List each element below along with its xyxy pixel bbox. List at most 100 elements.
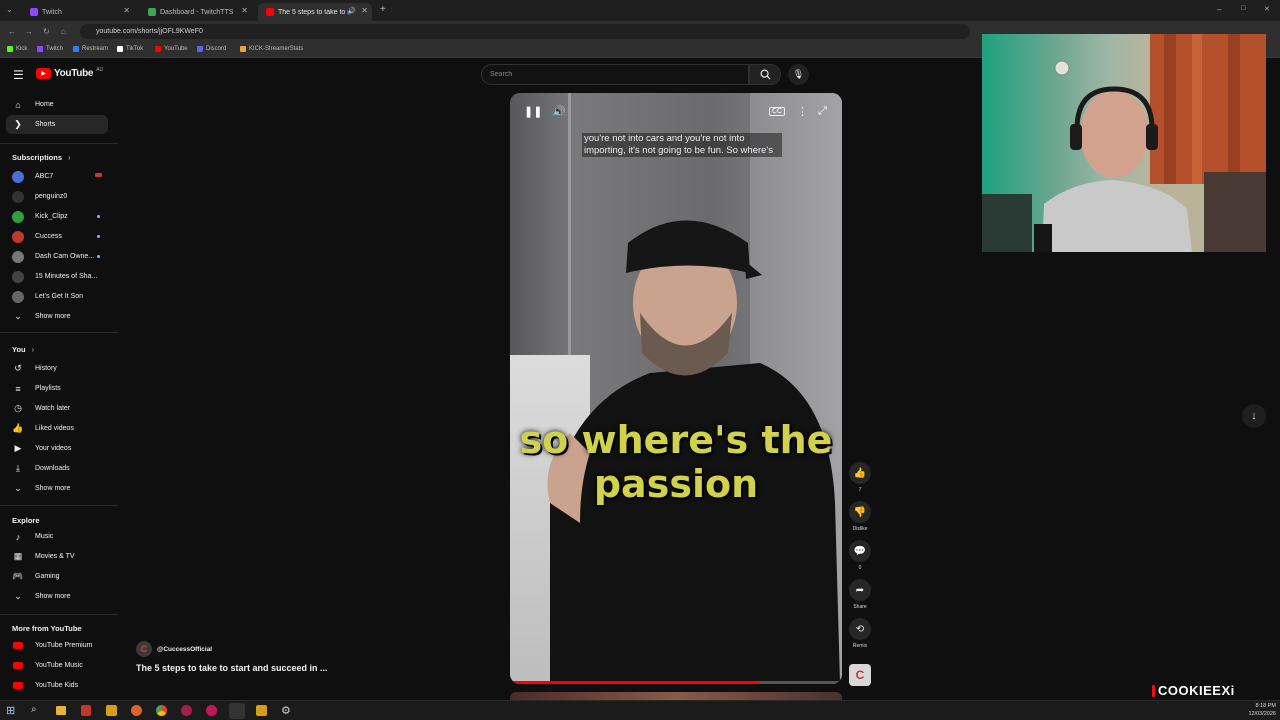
share-button[interactable]: ➦ Share	[849, 579, 871, 610]
sidebar-item-downloads[interactable]: ⤓ Downloads	[6, 459, 108, 478]
you-heading[interactable]: You ›	[12, 345, 34, 354]
search-button[interactable]	[749, 64, 781, 85]
bookmark-item[interactable]: TikTok	[117, 46, 143, 52]
next-short-button[interactable]: ↓	[1242, 404, 1266, 428]
bookmark-item[interactable]: Restream	[73, 46, 108, 52]
channel-avatar	[12, 270, 24, 283]
tab-search-icon[interactable]: ⌄	[6, 5, 13, 14]
tab-twitch[interactable]: Twitch ✕	[22, 3, 134, 21]
channel-handle: @CuccessOfficial	[157, 645, 213, 653]
sidebar-item-home[interactable]: ⌂ Home	[6, 95, 108, 114]
app-icon-1[interactable]	[81, 705, 91, 716]
channel-avatar	[12, 170, 24, 183]
minimize-icon[interactable]: –	[1217, 5, 1221, 14]
tab-dashboard[interactable]: Dashboard - TwitchTTS ✕	[140, 3, 252, 21]
sidebar-item-playlists[interactable]: ≡ Playlists	[6, 379, 108, 398]
file-explorer-icon[interactable]	[56, 706, 66, 715]
bookmark-label: KICK-StreamerStats	[249, 46, 304, 52]
bookmark-item[interactable]: Kick	[7, 46, 27, 52]
home-nav-icon[interactable]: ⌂	[61, 27, 66, 36]
subs-show-more[interactable]: ⌄ Show more	[6, 307, 108, 326]
more-youtube-music[interactable]: YouTube Music	[6, 656, 108, 675]
subscription-let-s-get-it-son[interactable]: Let's Get It Son	[6, 287, 108, 306]
explore-show-more[interactable]: ⌄ Show more	[6, 587, 108, 606]
close-icon[interactable]: ✕	[241, 6, 248, 15]
back-icon[interactable]: ←	[8, 27, 16, 36]
youtube-product-icon	[12, 640, 24, 652]
video-progress-bar[interactable]	[510, 681, 842, 684]
you-show-more[interactable]: ⌄ Show more	[6, 479, 108, 498]
auto-caption: you're not into cars and you're not into…	[582, 133, 782, 157]
new-content-dot	[97, 255, 100, 258]
sidebar-item-shorts[interactable]: ❯ Shorts	[6, 115, 108, 134]
youtube-logo[interactable]: ▶ YouTube AU	[36, 67, 103, 79]
search-input[interactable]: Search	[481, 64, 749, 85]
volume-icon[interactable]: 🔊	[552, 105, 566, 118]
subscription-kick-clipz[interactable]: Kick_Clipz	[6, 207, 108, 226]
youtube-product-icon	[12, 660, 24, 672]
pause-button[interactable]: ❚❚	[524, 105, 542, 118]
short-channel[interactable]: C @CuccessOfficial	[136, 641, 212, 657]
maximize-icon[interactable]: □	[1241, 5, 1245, 12]
comments-button[interactable]: 💬 0	[849, 540, 871, 571]
channel-avatar	[12, 210, 24, 223]
chrome-icon[interactable]	[156, 705, 167, 716]
sidebar-item-gaming[interactable]: 🎮 Gaming	[6, 567, 108, 586]
close-icon[interactable]: ✕	[123, 6, 130, 15]
next-short-preview[interactable]	[510, 692, 842, 700]
sound-source-thumbnail[interactable]: C	[849, 664, 871, 686]
more-youtube-kids[interactable]: YouTube Kids	[6, 676, 108, 695]
subscription-15-minutes-of-sha[interactable]: 15 Minutes of Sha...	[6, 267, 108, 286]
more-from-youtube-heading: More from YouTube	[12, 624, 82, 633]
sidebar-item-liked-videos[interactable]: 👍 Liked videos	[6, 419, 108, 438]
close-icon[interactable]: ✕	[361, 6, 368, 15]
streamer-name-overlay: COOKIEEXi	[1152, 683, 1235, 698]
bookmark-item[interactable]: Twitch	[37, 46, 63, 52]
sidebar-item-music[interactable]: ♪ Music	[6, 527, 108, 546]
more-options-icon[interactable]: ⋮	[797, 105, 808, 118]
forward-icon[interactable]: →	[25, 27, 33, 36]
new-tab-icon[interactable]: +	[380, 4, 386, 15]
thumbs-up-icon: 👍	[849, 462, 871, 484]
subscription-abc7[interactable]: ABC7	[6, 167, 108, 186]
app-icon-5[interactable]	[256, 705, 267, 716]
short-video-player[interactable]: ❚❚ 🔊 CC ⋮ ⤢ you're not into cars and you…	[510, 93, 842, 684]
sidebar-item-movies-tv[interactable]: ▦ Movies & TV	[6, 547, 108, 566]
live-indicator-icon	[95, 173, 102, 177]
url-bar[interactable]: youtube.com/shorts/jjOFL9KWeF0	[80, 24, 970, 39]
app-icon-4[interactable]	[206, 705, 217, 716]
bookmark-item[interactable]: Discord	[197, 46, 226, 52]
speaker-icon[interactable]: 🔊	[347, 7, 356, 15]
like-button[interactable]: 👍 7	[849, 462, 871, 493]
settings-gear-icon[interactable]: ⚙	[281, 704, 291, 717]
bookmark-item[interactable]: KICK-StreamerStats	[240, 46, 303, 52]
more-youtube-premium[interactable]: YouTube Premium	[6, 636, 108, 655]
app-icon-2[interactable]	[106, 705, 117, 716]
search-icon	[760, 69, 771, 80]
remix-button[interactable]: ⟲ Remix	[849, 618, 871, 649]
search-taskbar-icon[interactable]: ⌕	[31, 704, 37, 715]
subscription-cuccess[interactable]: Cuccess	[6, 227, 108, 246]
active-app-icon[interactable]	[229, 703, 245, 719]
fullscreen-icon[interactable]: ⤢	[818, 105, 827, 118]
subscriptions-heading[interactable]: Subscriptions ›	[12, 153, 70, 162]
app-icon-3[interactable]	[181, 705, 192, 716]
bookmark-item[interactable]: YouTube	[155, 46, 188, 52]
dislike-button[interactable]: 👎 Dislike	[849, 501, 871, 532]
sidebar-item-history[interactable]: ↺ History	[6, 359, 108, 378]
subscription-penguinz0[interactable]: penguinz0	[6, 187, 108, 206]
sidebar-item-watch-later[interactable]: ◷ Watch later	[6, 399, 108, 418]
close-window-icon[interactable]: ✕	[1264, 5, 1270, 13]
brave-browser-icon[interactable]	[131, 705, 142, 716]
tab-youtube-short[interactable]: The 5 steps to take to start 🔊 ✕	[258, 3, 372, 21]
short-title[interactable]: The 5 steps to take to start and succeed…	[136, 663, 328, 673]
menu-icon[interactable]: ☰	[13, 68, 24, 82]
show-more-label: Show more	[35, 313, 71, 320]
sidebar-item-your-videos[interactable]: ▶ Your videos	[6, 439, 108, 458]
captions-icon[interactable]: CC	[769, 107, 786, 116]
windows-start-icon[interactable]: ⊞	[6, 704, 15, 717]
subscription-dash-cam-owne[interactable]: Dash Cam Owne...	[6, 247, 108, 266]
reload-icon[interactable]: ↻	[43, 27, 50, 36]
sidebar-divider	[0, 505, 118, 506]
voice-search-button[interactable]: 🎙	[788, 64, 809, 85]
